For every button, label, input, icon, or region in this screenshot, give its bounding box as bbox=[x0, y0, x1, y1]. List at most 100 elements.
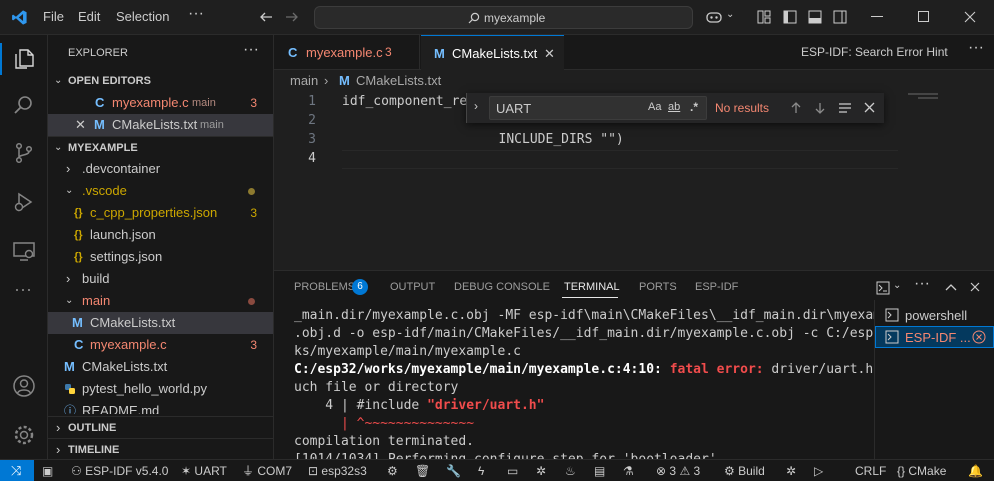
close-window-icon[interactable] bbox=[964, 11, 976, 23]
tree-item[interactable]: ⓘ README.md bbox=[48, 400, 273, 414]
open-editor-myexample-c[interactable]: C myexample.c main 3 bbox=[48, 92, 273, 114]
port-item[interactable]: ⏚ COM7 bbox=[242, 460, 292, 481]
terminal-output[interactable]: _main.dir/myexample.c.obj -MF esp-idf\ma… bbox=[274, 301, 874, 460]
tab-terminal[interactable]: TERMINAL bbox=[564, 281, 620, 293]
next-match-icon[interactable] bbox=[813, 101, 827, 115]
copilot-dropdown-icon[interactable]: ⌄ bbox=[726, 9, 734, 20]
full-clean-icon[interactable]: 🗑 bbox=[415, 460, 430, 481]
search-view-icon[interactable] bbox=[12, 93, 36, 117]
menu-edit[interactable]: Edit bbox=[78, 9, 100, 24]
tree-item[interactable]: M CMakeLists.txt bbox=[48, 312, 273, 334]
error-hint-action[interactable]: ESP-IDF: Search Error Hint bbox=[801, 45, 948, 59]
toggle-replace-icon[interactable]: › bbox=[474, 99, 478, 113]
idf-version-item[interactable]: ⚇ ESP-IDF v5.4.0 bbox=[71, 460, 168, 481]
project-header[interactable]: ⌄ MYEXAMPLE bbox=[48, 136, 273, 158]
end-of-line[interactable]: CRLF bbox=[855, 460, 886, 481]
find-in-selection-icon[interactable] bbox=[838, 102, 852, 114]
close-tab-icon[interactable]: ✕ bbox=[544, 36, 555, 71]
cmake-build-item[interactable]: ⚙ Build bbox=[724, 460, 765, 481]
run-debug-icon[interactable] bbox=[12, 190, 36, 214]
idf-folder-icon[interactable]: ▣ bbox=[42, 460, 53, 481]
tab-cmakelists[interactable]: M CMakeLists.txt ✕ bbox=[421, 35, 564, 71]
cmake-run-icon[interactable]: ▷ bbox=[814, 460, 823, 481]
build-wrench-icon[interactable]: 🔧 bbox=[446, 460, 461, 481]
explorer-more-icon[interactable]: ··· bbox=[243, 41, 259, 59]
command-center-search[interactable]: myexample bbox=[314, 6, 693, 29]
copilot-icon[interactable] bbox=[705, 9, 723, 25]
tree-item[interactable]: C myexample.c 3 bbox=[48, 334, 273, 356]
explorer-sidebar: EXPLORER ··· ⌄ OPEN EDITORS C myexample.… bbox=[48, 35, 274, 459]
panel-more-icon[interactable]: ··· bbox=[914, 275, 930, 293]
tree-item[interactable]: M CMakeLists.txt bbox=[48, 356, 273, 378]
language-mode[interactable]: {} CMake bbox=[897, 460, 946, 481]
customize-layout-icon[interactable] bbox=[757, 10, 771, 24]
tab-esp-idf[interactable]: ESP-IDF bbox=[695, 281, 738, 293]
tree-item[interactable]: {} settings.json bbox=[48, 246, 273, 268]
flash-bolt-icon[interactable]: ϟ bbox=[478, 460, 484, 481]
breadcrumb-file[interactable]: CMakeLists.txt bbox=[356, 70, 441, 92]
more-views-icon[interactable]: ··· bbox=[14, 279, 32, 300]
whole-word-icon[interactable]: ab bbox=[668, 101, 680, 113]
error-path: C:/esp32/works/myexample/main/myexample.… bbox=[294, 362, 662, 377]
remote-indicator[interactable]: ⤨ bbox=[0, 460, 34, 481]
terminal-item-powershell[interactable]: powershell bbox=[875, 304, 994, 326]
tree-item[interactable]: ⌄ .vscode bbox=[48, 180, 273, 202]
close-find-icon[interactable] bbox=[864, 102, 875, 113]
tools-icon[interactable]: ⚗ bbox=[623, 460, 634, 481]
find-input[interactable]: UART Aa ab .* bbox=[489, 96, 707, 120]
maximize-panel-icon[interactable] bbox=[945, 283, 957, 291]
tree-item[interactable]: {} launch.json bbox=[48, 224, 273, 246]
tab-myexample-c[interactable]: C myexample.c 3 bbox=[274, 35, 420, 70]
minimize-icon[interactable] bbox=[871, 16, 883, 18]
editor-more-icon[interactable]: ··· bbox=[968, 39, 984, 57]
cmake-debug-icon[interactable]: ✲ bbox=[786, 460, 796, 481]
match-case-icon[interactable]: Aa bbox=[648, 101, 661, 113]
tab-output[interactable]: OUTPUT bbox=[390, 281, 435, 293]
open-editor-cmakelists[interactable]: ✕ M CMakeLists.txt main bbox=[48, 114, 273, 136]
flash-method-item[interactable]: ✶ UART bbox=[181, 460, 227, 481]
toggle-panel-icon[interactable] bbox=[808, 10, 822, 24]
debug-icon[interactable]: ✲ bbox=[536, 460, 546, 481]
back-arrow-icon[interactable] bbox=[259, 10, 273, 24]
accounts-icon[interactable] bbox=[12, 374, 36, 398]
problems-status[interactable]: ⊗ 3 ⚠ 3 bbox=[656, 460, 700, 481]
tree-item[interactable]: › .devcontainer bbox=[48, 158, 273, 180]
explorer-icon[interactable] bbox=[12, 47, 36, 71]
notifications-bell-icon[interactable]: 🔔 bbox=[968, 460, 983, 481]
tree-item[interactable]: pytest_hello_world.py bbox=[48, 378, 273, 400]
terminal-icon[interactable] bbox=[876, 281, 890, 295]
close-panel-icon[interactable] bbox=[970, 282, 980, 292]
tab-ports[interactable]: PORTS bbox=[639, 281, 677, 293]
menu-file[interactable]: File bbox=[43, 9, 64, 24]
kill-terminal-icon[interactable] bbox=[972, 330, 986, 344]
flame-icon[interactable]: ♨ bbox=[565, 460, 576, 481]
regex-icon[interactable]: .* bbox=[690, 100, 698, 114]
maximize-icon[interactable] bbox=[918, 11, 930, 23]
toggle-secondary-sidebar-icon[interactable] bbox=[833, 10, 847, 24]
open-editors-header[interactable]: ⌄ OPEN EDITORS bbox=[48, 70, 273, 92]
previous-match-icon[interactable] bbox=[789, 101, 803, 115]
manage-gear-icon[interactable] bbox=[12, 423, 36, 447]
tree-item[interactable]: ⌄ main bbox=[48, 290, 273, 312]
tree-item[interactable]: {} c_cpp_properties.json 3 bbox=[48, 202, 273, 224]
target-item[interactable]: ⊡ esp32s3 bbox=[308, 460, 367, 481]
terminal-icon[interactable]: ▤ bbox=[594, 460, 605, 481]
toggle-sidebar-icon[interactable] bbox=[783, 10, 797, 24]
close-editor-icon[interactable]: ✕ bbox=[75, 114, 86, 136]
source-control-icon[interactable] bbox=[12, 141, 36, 165]
tab-debug-console[interactable]: DEBUG CONSOLE bbox=[454, 281, 550, 293]
sdkconfig-icon[interactable]: ⚙ bbox=[387, 460, 398, 481]
monitor-icon[interactable]: ▭ bbox=[507, 460, 518, 481]
launch-profile-icon[interactable]: ⌄ bbox=[893, 280, 901, 291]
breadcrumb-folder[interactable]: main bbox=[290, 70, 318, 92]
more-menu-icon[interactable]: ··· bbox=[188, 5, 204, 23]
remote-explorer-icon[interactable] bbox=[12, 239, 36, 263]
timeline-header[interactable]: › TIMELINE bbox=[48, 438, 273, 460]
tree-item[interactable]: › build bbox=[48, 268, 273, 290]
forward-arrow-icon[interactable] bbox=[285, 10, 299, 24]
outline-header[interactable]: › OUTLINE bbox=[48, 416, 273, 438]
minimap[interactable] bbox=[908, 92, 978, 100]
menu-selection[interactable]: Selection bbox=[116, 9, 169, 24]
terminal-item-esp-idf[interactable]: ESP-IDF ... bbox=[875, 326, 994, 348]
tab-problems[interactable]: PROBLEMS bbox=[294, 281, 355, 293]
